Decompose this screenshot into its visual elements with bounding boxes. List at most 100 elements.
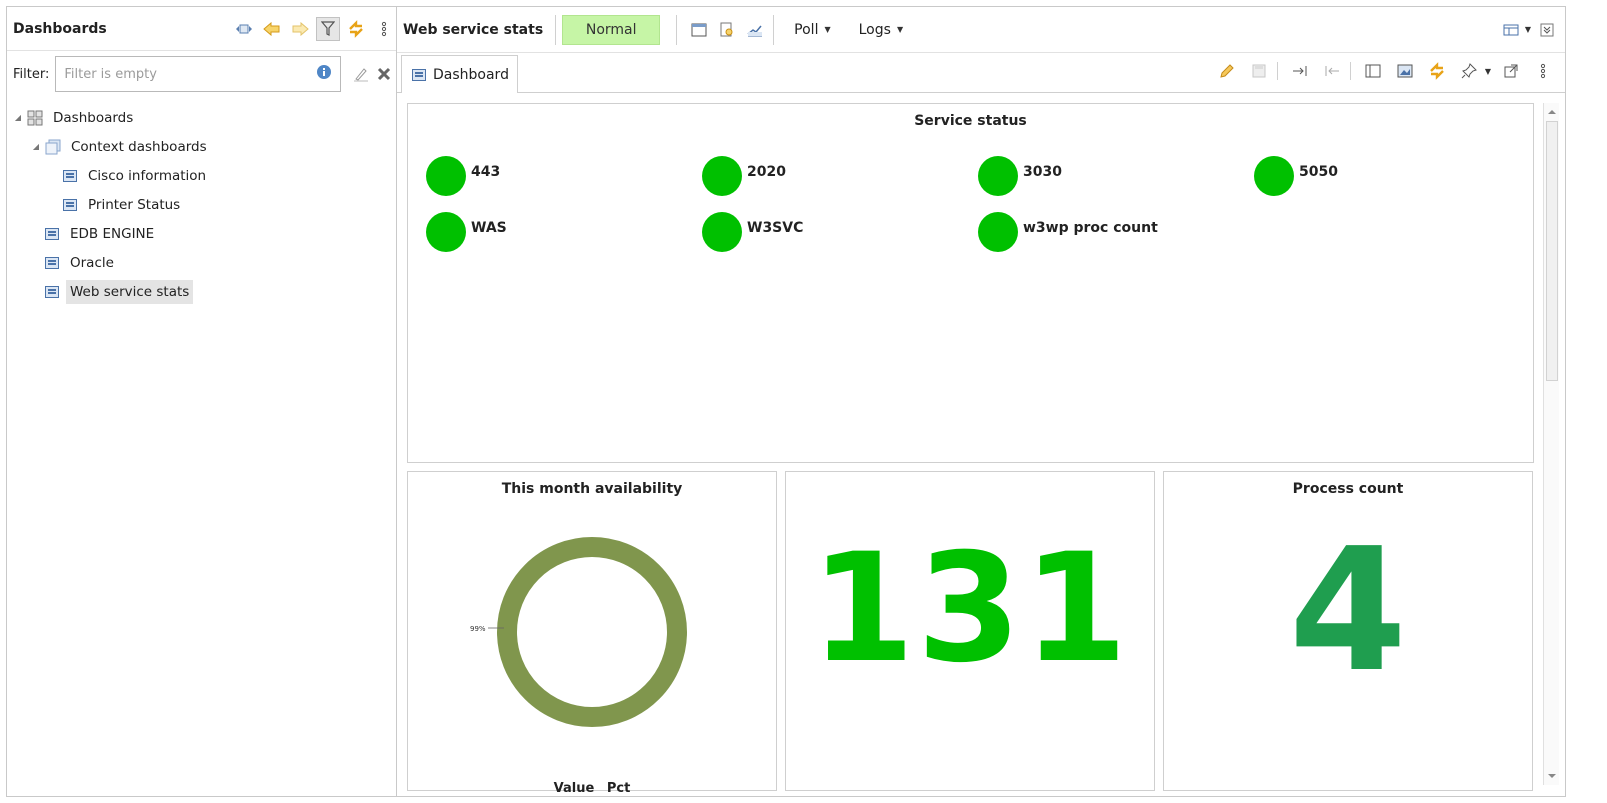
expanded-twisty-icon[interactable]: ◢ [13, 113, 23, 122]
info-icon[interactable] [316, 64, 332, 84]
save-icon[interactable] [1247, 59, 1271, 83]
back-arrow-icon[interactable] [260, 17, 284, 41]
service-label: w3wp proc count [1023, 220, 1158, 236]
tab-dashboard-label: Dashboard [433, 66, 509, 83]
logs-menu-label: Logs [858, 21, 891, 38]
scroll-up-icon[interactable] [1545, 105, 1559, 119]
tree-item-web-service-stats[interactable]: Web service stats [7, 277, 402, 306]
more-options-icon[interactable] [1531, 59, 1555, 83]
align-left-icon[interactable] [1320, 59, 1344, 83]
service-5050[interactable]: 5050 [1254, 152, 1338, 196]
status-dot [1254, 156, 1294, 196]
more-options-icon[interactable] [372, 17, 396, 41]
poll-menu[interactable]: Poll ▼ [794, 22, 830, 38]
process-count-panel: Process count 4 [1163, 471, 1533, 791]
tree-item-context-dashboards[interactable]: ◢ Context dashboards [7, 132, 402, 161]
dashboard-icon [45, 285, 59, 298]
forward-arrow-icon[interactable] [288, 17, 312, 41]
pin-icon[interactable] [1457, 59, 1481, 83]
service-status-panel: Service status 443 2020 3030 5050 WAS W3… [407, 103, 1534, 463]
dashboard-icon [412, 68, 426, 81]
ring-pct-label: 99% [470, 625, 486, 633]
service-443[interactable]: 443 [426, 152, 501, 196]
service-label: 5050 [1299, 164, 1338, 180]
filter-icon[interactable] [316, 16, 340, 41]
service-was[interactable]: WAS [426, 208, 507, 252]
service-status-title: Service status [914, 113, 1027, 129]
service-label: WAS [471, 220, 507, 236]
toolbar-divider [1349, 62, 1351, 80]
layout-dropdown-caret-icon[interactable]: ▼ [1525, 25, 1531, 34]
edit-pencil-icon[interactable] [1215, 59, 1239, 83]
scroll-down-icon[interactable] [1545, 769, 1559, 783]
tree-item-edb-engine[interactable]: EDB ENGINE [7, 219, 402, 248]
dashboard-content: Service status 443 2020 3030 5050 WAS W3… [407, 103, 1537, 796]
dropdown-caret-icon: ▼ [896, 25, 904, 34]
availability-ring-chart: 99% [470, 537, 687, 727]
tab-tools: ▼ [1211, 59, 1555, 83]
minimize-panel-icon[interactable] [1535, 18, 1559, 42]
collapse-all-icon[interactable] [232, 17, 256, 41]
status-dot [426, 212, 466, 252]
tab-strip: Dashboard ▼ [397, 53, 1565, 93]
tree-item-oracle[interactable]: Oracle [7, 248, 402, 277]
status-dot [702, 212, 742, 252]
service-2020[interactable]: 2020 [702, 152, 786, 196]
big-value: 131 [810, 522, 1130, 696]
clear-filter-icon[interactable] [349, 62, 373, 86]
service-3030[interactable]: 3030 [978, 152, 1062, 196]
close-filter-icon[interactable] [372, 62, 396, 86]
availability-legend: Value Pct [408, 781, 776, 796]
image-icon[interactable] [1393, 59, 1417, 83]
sync-icon[interactable] [344, 17, 368, 41]
service-w3svc[interactable]: W3SVC [702, 208, 803, 252]
dashboards-panel-header: Dashboards [7, 7, 402, 51]
tab-dashboard[interactable]: Dashboard [401, 55, 518, 93]
sync-icon[interactable] [1425, 59, 1449, 83]
panel-icon[interactable] [1361, 59, 1385, 83]
poll-menu-label: Poll [794, 21, 819, 38]
dashboard-icon [45, 227, 59, 240]
dashboard-icon [45, 256, 59, 269]
toolbar-divider [555, 14, 557, 45]
status-badge: Normal [562, 14, 661, 45]
legend-pct: Pct [606, 781, 631, 796]
tree-item-cisco-information[interactable]: Cisco information [7, 161, 402, 190]
pin-dropdown-caret-icon[interactable]: ▼ [1485, 67, 1491, 76]
legend-value: Value [553, 781, 595, 796]
object-toolbar: Web service stats Normal Poll ▼ Logs ▼ ▼ [397, 7, 1565, 53]
align-right-icon[interactable] [1288, 59, 1312, 83]
process-count-title: Process count [1292, 481, 1404, 497]
context-dashboards-icon [45, 139, 61, 155]
toolbar-divider [676, 14, 678, 45]
availability-title: This month availability [501, 481, 683, 497]
service-label: 443 [471, 164, 501, 180]
tree-item-label: Oracle [70, 254, 114, 271]
scroll-thumb[interactable] [1546, 121, 1558, 381]
vertical-scrollbar[interactable] [1543, 103, 1559, 785]
filter-input[interactable] [64, 66, 316, 82]
tree-item-printer-status[interactable]: Printer Status [7, 190, 402, 219]
service-w3wp-proc-count[interactable]: w3wp proc count [978, 208, 1158, 252]
tree-item-label: Web service stats [66, 279, 194, 304]
toolbar-divider [773, 14, 775, 45]
tree-item-label: Printer Status [88, 196, 181, 213]
dashboards-group-icon [27, 110, 43, 126]
dashboard-icon [63, 169, 77, 182]
document-search-icon[interactable] [715, 18, 739, 42]
status-dot [978, 212, 1018, 252]
expanded-twisty-icon[interactable]: ◢ [31, 142, 41, 151]
tree-item-dashboards-root[interactable]: ◢ Dashboards [7, 103, 402, 132]
layout-icon[interactable] [1499, 18, 1523, 42]
process-count-value: 4 [1288, 512, 1408, 710]
dropdown-caret-icon: ▼ [824, 25, 831, 34]
table-view-icon[interactable] [687, 18, 711, 42]
logs-menu[interactable]: Logs ▼ [859, 22, 903, 38]
chart-icon[interactable] [743, 18, 767, 42]
filter-box [55, 56, 341, 92]
service-label: 2020 [747, 164, 786, 180]
dashboards-panel: Dashboards Filter: Filter is empty ◢ Das… [6, 6, 403, 797]
open-external-icon[interactable] [1499, 59, 1523, 83]
dashboard-icon [63, 198, 77, 211]
tree-item-label: Context dashboards [71, 138, 207, 155]
